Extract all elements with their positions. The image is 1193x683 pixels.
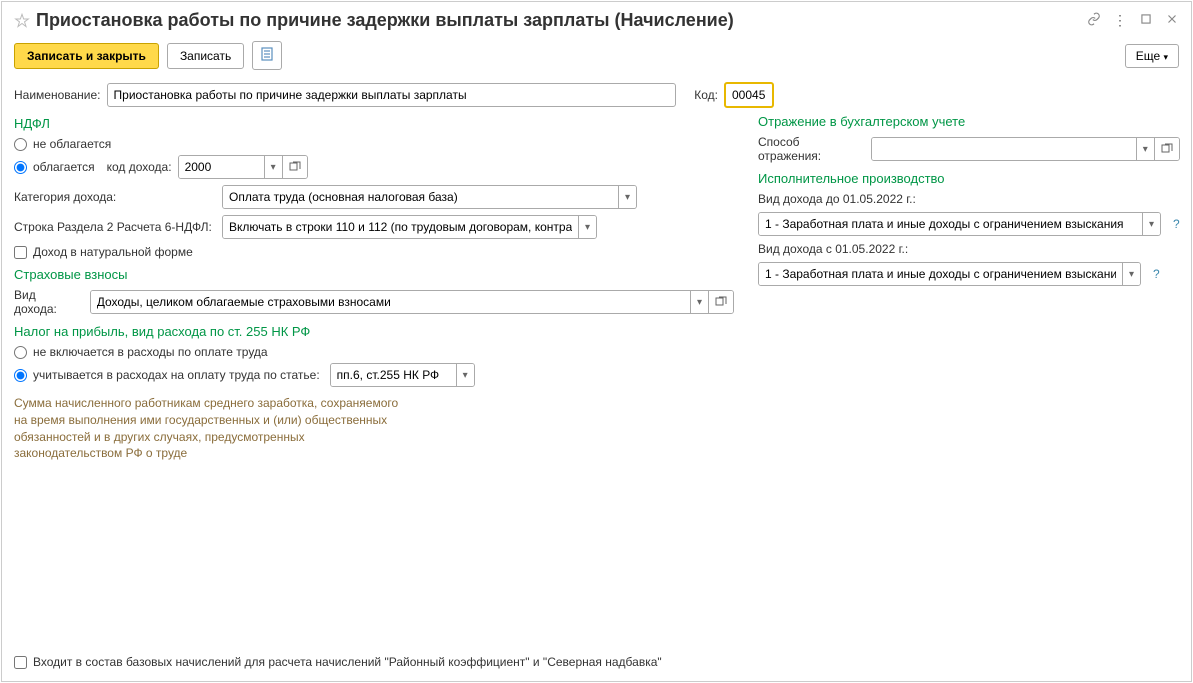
window-title: Приостановка работы по причине задержки … [36,10,1087,31]
maximize-icon[interactable] [1139,12,1153,29]
form-content: Наименование: Код: НДФЛ не облагается об… [2,76,1191,468]
report-icon-button[interactable] [252,41,282,70]
left-column: Наименование: Код: НДФЛ не облагается об… [14,82,734,462]
enforcement-after-input[interactable] [759,263,1122,285]
category-select[interactable]: ▾ [222,185,637,209]
insurance-type-input[interactable] [91,291,690,313]
footer: Входит в состав базовых начислений для р… [14,655,662,669]
enforcement-section-title: Исполнительное производство [758,171,1180,186]
save-button[interactable]: Записать [167,43,244,69]
enforcement-before-label: Вид дохода до 01.05.2022 г.: [758,192,1180,206]
ndfl-section-title: НДФЛ [14,116,734,131]
chevron-down-icon[interactable]: ▾ [456,364,474,386]
natural-income-label: Доход в натуральной форме [33,245,193,259]
toolbar: Записать и закрыть Записать Еще ▾ [2,35,1191,76]
income-code-label: код дохода: [107,160,172,174]
pt-included-radio[interactable] [14,369,27,382]
menu-dots-icon[interactable]: ⋮ [1113,12,1127,29]
link-icon[interactable] [1087,12,1101,29]
accounting-section-title: Отражение в бухгалтерском учете [758,114,1180,129]
article-input[interactable] [331,364,456,386]
insurance-section-title: Страховые взносы [14,267,734,282]
chevron-down-icon[interactable]: ▾ [1122,263,1140,285]
name-input[interactable] [107,83,677,107]
base-calc-label: Входит в состав базовых начислений для р… [33,655,662,669]
open-ref-icon[interactable] [708,291,733,313]
natural-income-checkbox[interactable] [14,246,27,259]
window-controls: ⋮ [1087,12,1179,29]
favorite-star-icon[interactable] [14,13,30,29]
titlebar: Приостановка работы по причине задержки … [2,2,1191,35]
accounting-method-select[interactable]: ▾ [871,137,1179,161]
enforcement-before-select[interactable]: ▾ [758,212,1161,236]
ndfl-taxed-radio[interactable] [14,161,27,174]
category-label: Категория дохода: [14,190,214,204]
open-ref-icon[interactable] [1154,138,1179,160]
article-select[interactable]: ▾ [330,363,475,387]
chevron-down-icon[interactable]: ▾ [1136,138,1154,160]
line2-label: Строка Раздела 2 Расчета 6-НДФЛ: [14,220,214,234]
base-calc-checkbox[interactable] [14,656,27,669]
category-input[interactable] [223,186,618,208]
enforcement-before-input[interactable] [759,213,1142,235]
chevron-down-icon[interactable]: ▾ [690,291,708,313]
chevron-down-icon[interactable]: ▾ [264,156,282,178]
close-icon[interactable] [1165,12,1179,29]
help-icon[interactable]: ? [1153,267,1160,281]
line2-select[interactable]: ▾ [222,215,597,239]
pt-not-included-radio[interactable] [14,346,27,359]
ndfl-taxed-label: облагается [33,160,95,174]
save-close-button[interactable]: Записать и закрыть [14,43,159,69]
insurance-type-label: Вид дохода: [14,288,82,316]
code-label: Код: [694,88,718,102]
more-button[interactable]: Еще ▾ [1125,44,1179,68]
chevron-down-icon[interactable]: ▾ [618,186,636,208]
insurance-type-select[interactable]: ▾ [90,290,734,314]
name-label: Наименование: [14,88,101,102]
line2-input[interactable] [223,216,578,238]
profit-tax-note: Сумма начисленного работникам среднего з… [14,395,414,462]
chevron-down-icon[interactable]: ▾ [578,216,596,238]
ndfl-not-taxed-label: не облагается [33,137,111,151]
ndfl-not-taxed-radio[interactable] [14,138,27,151]
accounting-method-label: Способ отражения: [758,135,863,163]
chevron-down-icon[interactable]: ▾ [1142,213,1160,235]
profit-tax-section-title: Налог на прибыль, вид расхода по ст. 255… [14,324,734,339]
income-code-select[interactable]: ▾ [178,155,308,179]
accounting-method-input[interactable] [872,138,1135,160]
enforcement-after-select[interactable]: ▾ [758,262,1141,286]
open-ref-icon[interactable] [282,156,307,178]
dialog-window: Приостановка работы по причине задержки … [1,1,1192,682]
enforcement-after-label: Вид дохода с 01.05.2022 г.: [758,242,1180,256]
right-column: Отражение в бухгалтерском учете Способ о… [758,82,1180,462]
pt-included-label: учитывается в расходах на оплату труда п… [33,368,320,382]
help-icon[interactable]: ? [1173,217,1180,231]
pt-not-included-label: не включается в расходы по оплате труда [33,345,268,359]
income-code-input[interactable] [179,156,264,178]
